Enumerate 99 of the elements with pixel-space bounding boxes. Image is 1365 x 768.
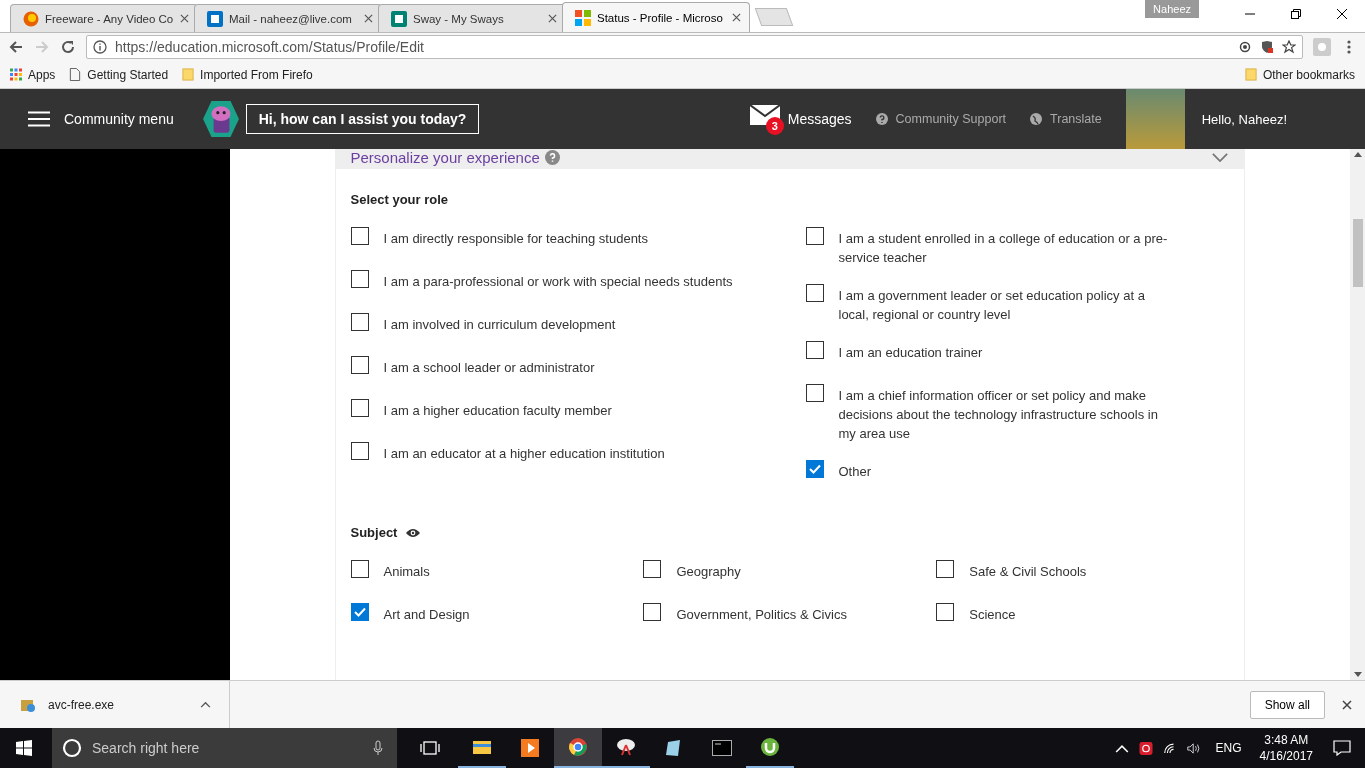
option-label: I am a higher education faculty member — [383, 402, 612, 420]
restore-icon[interactable] — [1290, 8, 1302, 20]
checkbox[interactable] — [350, 603, 369, 621]
checkbox[interactable] — [643, 603, 662, 621]
checkbox[interactable] — [350, 560, 369, 578]
page-icon — [69, 68, 82, 81]
close-icon[interactable] — [1336, 8, 1348, 20]
notification-icon[interactable] — [1333, 740, 1351, 756]
input-language[interactable]: ENG — [1215, 741, 1242, 755]
scroll-down-icon[interactable] — [1353, 672, 1362, 677]
reload-icon[interactable] — [60, 39, 76, 55]
checkbox[interactable] — [805, 227, 824, 245]
checkbox[interactable] — [936, 560, 955, 578]
back-arrow-icon[interactable] — [8, 39, 24, 55]
option-label: I am involved in curriculum development — [383, 316, 616, 334]
bookmark[interactable]: Apps — [10, 67, 56, 82]
messages-link[interactable]: 3 Messages — [749, 105, 852, 133]
section-title: Personalize your experience — [350, 149, 540, 166]
section-header[interactable]: Personalize your experience — [335, 149, 1245, 169]
browser-icon[interactable] — [568, 737, 588, 757]
eye-icon[interactable] — [405, 527, 422, 538]
help-icon — [875, 113, 888, 125]
checkbox[interactable] — [805, 341, 824, 359]
help-icon[interactable] — [544, 149, 560, 165]
show-all-button[interactable]: Show all — [1249, 690, 1325, 719]
checkbox[interactable] — [350, 356, 369, 374]
scrollbar[interactable] — [1350, 149, 1365, 680]
bookmark[interactable]: Other bookmarks — [1244, 67, 1355, 82]
close-icon[interactable] — [1342, 699, 1352, 710]
scroll-up-icon[interactable] — [1353, 152, 1362, 157]
option-label: Other — [838, 463, 872, 481]
menu-icon — [28, 111, 50, 127]
windows-logo-icon — [575, 9, 591, 26]
microphone-icon[interactable] — [373, 740, 383, 756]
media-player-icon[interactable] — [520, 738, 540, 758]
message-count-badge: 3 — [765, 117, 784, 135]
photo-placeholder — [1125, 89, 1185, 149]
caret-icon[interactable] — [200, 701, 211, 708]
option-label: I am a government leader or set education policy at a local, regional or country level — [838, 287, 1146, 324]
checkbox[interactable] — [805, 284, 824, 302]
clock[interactable]: 3:48 AM 4/16/2017 — [1259, 732, 1313, 764]
option-label: I am directly responsible for teaching students — [383, 230, 648, 248]
header-link[interactable]: Community Support — [875, 112, 1007, 126]
option-label: Safe & Civil Schools — [969, 563, 1087, 581]
option-label: I am an education trainer — [838, 344, 984, 362]
option-label: I am a student enrolled in a college of education or a pre-service teacher — [838, 230, 1169, 267]
terminal-icon[interactable] — [712, 738, 732, 758]
torrent-client-icon[interactable] — [760, 737, 780, 757]
windows-start-icon[interactable] — [16, 740, 32, 756]
app-tray-icon[interactable] — [1138, 741, 1153, 755]
app-logo-icon — [207, 10, 223, 27]
taskbar-search-field[interactable]: Search right here — [52, 728, 397, 768]
community-menu-button[interactable]: Community menu — [28, 111, 174, 127]
option-label: Government, Politics & Civics — [676, 606, 847, 624]
app-logo-icon — [391, 10, 407, 27]
checkbox[interactable] — [350, 270, 369, 288]
checkbox[interactable] — [350, 313, 369, 331]
option-label: I am a school leader or administrator — [383, 359, 595, 377]
bookmark[interactable]: Getting Started — [69, 67, 169, 82]
folder-icon — [182, 68, 195, 81]
wifi-icon[interactable] — [1162, 741, 1177, 755]
checkbox[interactable] — [350, 399, 369, 417]
option-label: Science — [969, 606, 1016, 624]
paint-icon[interactable] — [616, 737, 636, 757]
info-icon — [93, 40, 107, 54]
option-label: Geography — [676, 563, 741, 581]
option-label: I am a para-professional or work with special needs students — [383, 273, 733, 291]
checkbox[interactable] — [643, 560, 662, 578]
role-heading: Select your role — [350, 192, 450, 207]
star-icon[interactable] — [1282, 40, 1296, 54]
checkbox[interactable] — [350, 227, 369, 245]
checkbox[interactable] — [805, 460, 824, 478]
close-icon[interactable] — [732, 13, 741, 22]
location-target-icon[interactable] — [1238, 40, 1252, 54]
bookmark[interactable]: Imported From Firefo — [182, 67, 313, 82]
option-label: I am an educator at a higher education institution — [383, 445, 665, 463]
folder-icon — [1244, 68, 1257, 81]
scrollbar-thumb[interactable] — [1352, 219, 1363, 287]
apps-grid-icon — [10, 68, 22, 81]
user-greeting[interactable]: Hello, Naheez! — [1201, 111, 1287, 127]
browser-tab[interactable]: Status - Profile - Microso — [562, 2, 750, 32]
header-link[interactable]: Translate — [1030, 112, 1102, 126]
task-view-icon[interactable] — [420, 738, 440, 758]
checkbox[interactable] — [805, 384, 824, 402]
browser-logo-icon — [23, 10, 39, 27]
shield-icon[interactable] — [1260, 40, 1274, 54]
option-label: Animals — [383, 563, 430, 581]
option-label: I am a chief information officer or set policy and make decisions about the technology infrastructure schools in my area use — [838, 387, 1159, 443]
checkbox[interactable] — [350, 442, 369, 460]
globe-icon — [1030, 113, 1043, 125]
speaker-icon[interactable] — [1186, 741, 1201, 755]
robot-avatar-icon — [201, 100, 240, 138]
option-label: Art and Design — [383, 606, 470, 624]
checkbox[interactable] — [936, 603, 955, 621]
address-bar[interactable]: https://education.microsoft.com/Status/Profile/Edit — [86, 35, 1303, 59]
subject-heading: Subject — [350, 525, 398, 540]
assistant-prompt-button[interactable]: Hi, how can I assist you today? — [245, 104, 480, 134]
circle-icon — [62, 738, 82, 758]
chevron-icon[interactable] — [1212, 152, 1229, 162]
